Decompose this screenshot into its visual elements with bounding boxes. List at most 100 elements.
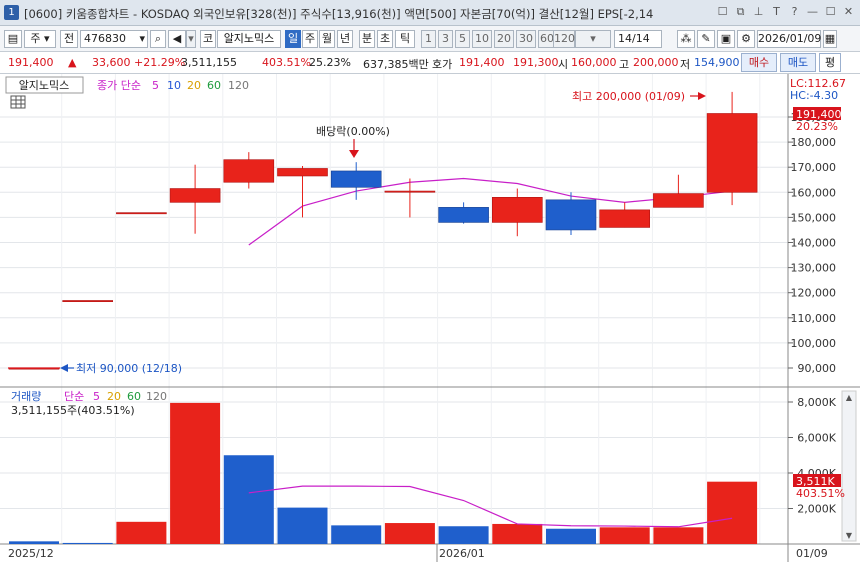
legend-ma20: 20 — [187, 79, 201, 92]
draw-tool-icon[interactable]: ✎ — [697, 30, 715, 48]
scroll-down-icon[interactable]: ▼ — [846, 531, 853, 540]
ask-price: 191,400 — [459, 56, 505, 69]
candle-body — [116, 212, 167, 215]
current-pct-label: 20.23% — [796, 120, 838, 133]
interval-3[interactable]: 3 — [438, 30, 453, 48]
x-axis-left: 2025/12 — [8, 547, 54, 560]
up-arrow-icon: ▲ — [68, 56, 77, 69]
volume-bar — [277, 507, 328, 544]
calendar-icon[interactable]: ▦ — [823, 30, 837, 48]
volume-tick-label: 6,000K — [797, 432, 836, 445]
price-tick-label: 90,000 — [798, 362, 837, 375]
type-select[interactable]: 주 ▾ — [24, 30, 56, 48]
volume-title: 거래량 — [11, 390, 41, 403]
period-day[interactable]: 일 — [285, 30, 301, 48]
volume-ratio: 403.51% — [262, 56, 311, 69]
interval-5[interactable]: 5 — [455, 30, 470, 48]
period-year[interactable]: 년 — [337, 30, 353, 48]
volume-bar — [438, 526, 489, 544]
x-axis-mid: 2026/01 — [439, 547, 485, 560]
toolbar: ▤ 주 ▾ 전 476830 ▾ ⌕ ◀ ▾ 코 알지노믹스 일 주 월 년 분 … — [0, 26, 860, 52]
candle-body — [706, 113, 758, 193]
copy-icon[interactable]: ⧉ — [733, 4, 748, 20]
settings-grid-icon[interactable]: ⁂ — [677, 30, 695, 48]
quote-bar: 191,400 ▲ 33,600 +21.29% 3,511,155 403.5… — [0, 52, 860, 74]
volume-bar — [599, 527, 650, 544]
chart-type-icon[interactable]: ▤ — [4, 30, 22, 48]
market-button[interactable]: 코 — [200, 30, 216, 48]
candle-body — [438, 207, 489, 223]
text-icon[interactable]: T — [769, 4, 784, 20]
gear-icon[interactable]: ⚙ — [737, 30, 755, 48]
high-price: 200,000 — [633, 56, 679, 69]
pin-icon[interactable]: ⊥ — [751, 4, 766, 20]
table-icon[interactable] — [10, 95, 26, 109]
count-field[interactable]: 14/14 — [614, 30, 662, 48]
buy-button[interactable]: 매수 — [741, 53, 777, 72]
price-tick-label: 110,000 — [791, 312, 837, 325]
candle-body — [384, 190, 436, 193]
turnover-rate: 25.23% — [309, 56, 351, 69]
price-tick-label: 120,000 — [791, 287, 837, 300]
price-change: 33,600 — [92, 56, 131, 69]
volume-bar — [116, 521, 167, 544]
ma-legend-label: 종가 단순 — [97, 79, 141, 92]
interval-10[interactable]: 10 — [472, 30, 492, 48]
speaker-icon[interactable]: ◀ — [168, 30, 186, 48]
period-week[interactable]: 주 — [302, 30, 318, 48]
open-price: 160,000 — [571, 56, 617, 69]
interval-20[interactable]: 20 — [494, 30, 514, 48]
sell-button[interactable]: 매도 — [780, 53, 816, 72]
change-pct: +21.29% — [134, 56, 186, 69]
low-note: 최저 90,000 (12/18) — [76, 362, 182, 375]
period-second[interactable]: 초 — [377, 30, 393, 48]
candle-body — [277, 168, 328, 177]
volume-value: 3,511,155 — [181, 56, 237, 69]
vlegend-ma60: 60 — [127, 390, 141, 403]
save-icon[interactable]: ▣ — [717, 30, 735, 48]
volume-bar — [9, 541, 59, 544]
chart-svg[interactable]: ▲ ▼ 알지노믹스 종가 단순 5 10 20 60 120 LC:112.67… — [0, 74, 860, 562]
volume-bar — [223, 455, 274, 544]
chart-area[interactable]: ▲ ▼ 알지노믹스 종가 단순 5 10 20 60 120 LC:112.67… — [0, 74, 860, 562]
bid-price: 191,300 — [513, 56, 559, 69]
checkbox-icon[interactable]: ☐ — [715, 4, 730, 20]
high-label: 고 — [619, 58, 630, 71]
period-tick[interactable]: 틱 — [395, 30, 415, 48]
stock-name[interactable]: 알지노믹스 — [217, 30, 281, 48]
view-button[interactable]: 전 — [60, 30, 78, 48]
volume-bar — [707, 481, 758, 544]
close-icon[interactable]: ✕ — [841, 4, 856, 20]
speaker-dropdown-icon[interactable]: ▾ — [186, 30, 196, 48]
window-controls: ☐ ⧉ ⊥ T ? — ☐ ✕ — [715, 4, 856, 20]
interval-30[interactable]: 30 — [516, 30, 536, 48]
candle-body — [169, 188, 221, 203]
price-tick-label: 170,000 — [791, 161, 837, 174]
volume-tick-label: 2,000K — [797, 503, 836, 516]
interval-1[interactable]: 1 — [421, 30, 436, 48]
scroll-up-icon[interactable]: ▲ — [846, 393, 853, 402]
interval-120[interactable]: 120 — [553, 30, 575, 48]
vlegend-ma20: 20 — [107, 390, 121, 403]
maximize-icon[interactable]: ☐ — [823, 4, 838, 20]
period-minute[interactable]: 분 — [359, 30, 375, 48]
window-number: 1 — [4, 5, 19, 20]
vlegend-ma5: 5 — [93, 390, 100, 403]
help-icon[interactable]: ? — [787, 4, 802, 20]
date-field[interactable]: 2026/01/09 — [757, 30, 821, 48]
count-value: 14 — [618, 32, 632, 45]
eval-button[interactable]: 평 — [819, 53, 841, 72]
vlegend-ma120: 120 — [146, 390, 167, 403]
minimize-icon[interactable]: — — [805, 4, 820, 20]
volume-bar — [170, 402, 221, 544]
search-icon[interactable]: ⌕ — [150, 30, 166, 48]
dividend-label: 배당락(0.00%) — [316, 125, 390, 138]
interval-select[interactable]: ▾ — [575, 30, 611, 48]
stock-code: 476830 — [84, 32, 126, 45]
stock-code-input[interactable]: 476830 ▾ — [80, 30, 148, 48]
volume-text: 3,511,155주(403.51%) — [11, 404, 135, 417]
window-title: [0600] 키움종합차트 - KOSDAQ 외국인보유[328(천)] 주식수… — [24, 7, 654, 21]
volume-scrollbar[interactable] — [841, 390, 857, 542]
period-month[interactable]: 월 — [319, 30, 335, 48]
price-tick-label: 130,000 — [791, 262, 837, 275]
